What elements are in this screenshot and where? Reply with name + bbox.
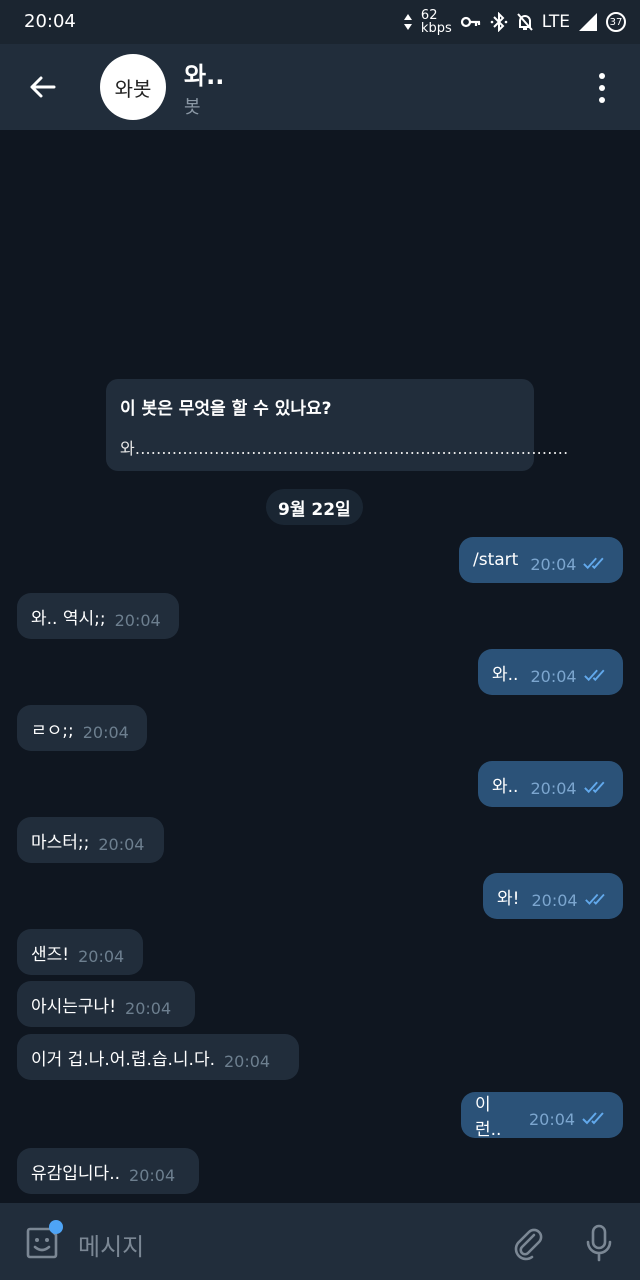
message-incoming[interactable]: 마스터;; 20:04 — [17, 817, 164, 863]
message-text: 아시는구나! — [31, 996, 117, 1017]
message-time: 20:04 — [114, 610, 161, 630]
message-time: 20:04 — [224, 1051, 271, 1071]
paperclip-icon[interactable] — [510, 1225, 546, 1261]
bot-avatar[interactable]: 와봇 — [100, 54, 166, 120]
double-check-icon — [584, 893, 605, 905]
message-text: 와.. 역시;; — [31, 608, 106, 629]
message-time: 20:04 — [125, 998, 172, 1018]
status-time: 20:04 — [24, 11, 76, 32]
message-time: 20:04 — [531, 890, 578, 910]
message-text: ㄹㅇ;; — [31, 720, 74, 741]
new-stickers-dot — [49, 1220, 63, 1234]
message-incoming[interactable]: 이거 겁.나.어.렵.습.니.다. 20:04 — [17, 1034, 299, 1080]
message-time: 20:04 — [528, 1109, 576, 1129]
message-incoming[interactable]: 와.. 역시;; 20:04 — [17, 593, 179, 639]
message-text: 이거 겁.나.어.렵.습.니.다. — [31, 1049, 215, 1070]
chat-title[interactable]: 와.. — [184, 56, 224, 91]
message-incoming[interactable]: 샌즈! 20:04 — [17, 929, 143, 975]
network-type: LTE — [541, 12, 570, 32]
message-text: 와! — [497, 888, 520, 909]
message-text: 와.. — [492, 664, 519, 685]
message-text: 샌즈! — [31, 944, 70, 965]
message-outgoing[interactable]: 와! 20:04 — [483, 873, 623, 919]
double-check-icon — [583, 557, 605, 570]
double-check-icon — [583, 669, 605, 682]
message-incoming[interactable]: 유감입니다.. 20:04 — [17, 1148, 199, 1194]
double-check-icon — [582, 1112, 604, 1125]
bot-description-body: 와.......................................… — [120, 439, 569, 458]
chat-subtitle: 봇 — [184, 97, 201, 118]
bluetooth-icon — [490, 12, 508, 32]
message-time: 20:04 — [530, 554, 577, 574]
date-separator: 9월 22일 — [266, 489, 363, 525]
bot-description-card: 이 봇은 무엇을 할 수 있나요? 와.....................… — [106, 379, 568, 471]
notifications-off-icon — [516, 13, 533, 31]
message-outgoing[interactable]: 와.. 20:04 — [478, 649, 623, 695]
message-time: 20:04 — [98, 834, 145, 854]
message-outgoing[interactable]: 와.. 20:04 — [478, 761, 623, 807]
message-time: 20:04 — [78, 946, 125, 966]
message-text: 마스터;; — [31, 832, 90, 853]
status-bar: 20:04 62 kbps LTE 37 — [0, 0, 640, 44]
vpn-key-icon — [460, 16, 480, 28]
message-time: 20:04 — [530, 778, 577, 798]
message-text: 유감입니다.. — [31, 1163, 121, 1184]
message-incoming[interactable]: 아시는구나! 20:04 — [17, 981, 195, 1027]
avatar-logo-text: 와봇 — [114, 76, 152, 101]
message-incoming[interactable]: ㄹㅇ;; 20:04 — [17, 705, 147, 751]
signal-icon — [579, 13, 597, 31]
more-vertical-icon[interactable] — [592, 70, 612, 106]
double-check-icon — [583, 781, 605, 794]
message-text: 이런.. — [475, 1095, 502, 1140]
bot-description-title: 이 봇은 무엇을 할 수 있나요? — [120, 399, 332, 419]
message-time: 20:04 — [530, 666, 577, 686]
battery-level: 37 — [609, 16, 623, 28]
message-outgoing[interactable]: 이런.. 20:04 — [461, 1092, 623, 1140]
status-icons: 62 kbps LTE 37 — [403, 6, 626, 38]
message-time: 20:04 — [129, 1165, 176, 1185]
message-outgoing[interactable]: /start 20:04 — [459, 537, 623, 583]
message-text: /start — [473, 550, 519, 570]
network-speed-unit: kbps — [420, 21, 452, 36]
network-activity-icon — [403, 14, 412, 30]
chat-header: 와봇 와.. 봇 — [0, 44, 640, 130]
message-input[interactable]: 메시지 — [78, 1227, 144, 1262]
message-composer: 메시지 — [0, 1203, 640, 1280]
message-time: 20:04 — [82, 722, 129, 742]
microphone-icon[interactable] — [584, 1223, 614, 1263]
network-speed: 62 kbps — [421, 9, 452, 35]
message-text: 와.. — [492, 776, 519, 797]
battery-indicator: 37 — [606, 12, 626, 32]
back-arrow-icon[interactable] — [26, 71, 58, 103]
